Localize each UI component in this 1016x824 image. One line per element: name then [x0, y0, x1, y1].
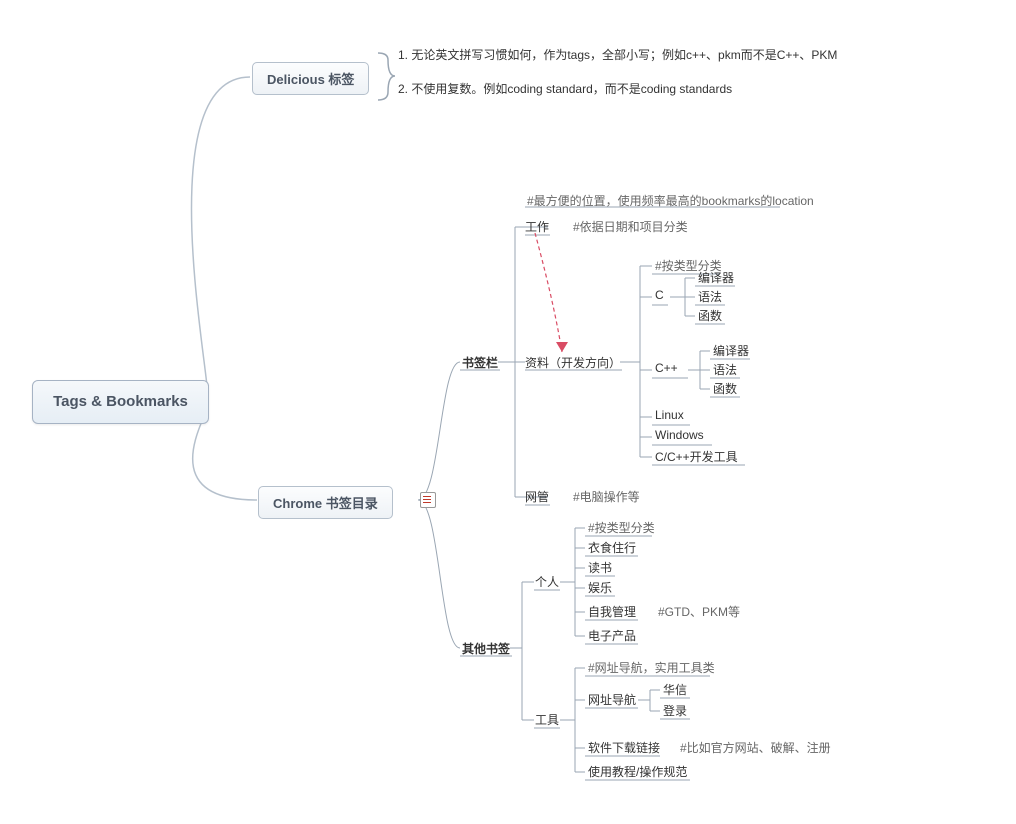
note-download: #比如官方网站、破解、注册	[680, 739, 831, 756]
note-selfmgmt: #GTD、PKM等	[658, 603, 740, 620]
node-c[interactable]: C	[655, 288, 664, 302]
node-tools[interactable]: 工具	[535, 711, 559, 728]
node-entertain[interactable]: 娱乐	[588, 579, 612, 596]
node-linux[interactable]: Linux	[655, 408, 684, 422]
node-personal[interactable]: 个人	[535, 573, 559, 590]
node-c-grammar[interactable]: 语法	[698, 288, 722, 305]
node-nav[interactable]: 网址导航	[588, 691, 636, 708]
branch-chrome[interactable]: Chrome 书签目录	[258, 486, 393, 519]
node-c-compiler[interactable]: 编译器	[698, 269, 734, 286]
node-netadmin[interactable]: 网管	[525, 488, 549, 505]
node-electronics[interactable]: 电子产品	[588, 627, 636, 644]
root-node[interactable]: Tags & Bookmarks	[32, 380, 209, 424]
node-c-func[interactable]: 函数	[698, 307, 722, 324]
node-windows[interactable]: Windows	[655, 428, 704, 442]
note-personal-bytype: #按类型分类	[588, 519, 655, 536]
node-life[interactable]: 衣食住行	[588, 539, 636, 556]
node-cpp-func[interactable]: 函数	[713, 380, 737, 397]
node-resources[interactable]: 资料（开发方向）	[525, 354, 621, 371]
node-huaxin[interactable]: 华信	[663, 681, 687, 698]
node-download[interactable]: 软件下载链接	[588, 739, 660, 756]
note-icon[interactable]	[420, 492, 436, 508]
node-cpp[interactable]: C++	[655, 361, 678, 375]
node-devtools[interactable]: C/C++开发工具	[655, 448, 738, 465]
delicious-rule1: 1. 无论英文拼写习惯如何，作为tags，全部小写；例如c++、pkm而不是C+…	[398, 46, 837, 63]
node-login[interactable]: 登录	[663, 702, 687, 719]
node-cpp-grammar[interactable]: 语法	[713, 361, 737, 378]
node-other[interactable]: 其他书签	[462, 640, 510, 657]
node-tutorial[interactable]: 使用教程/操作规范	[588, 763, 687, 780]
node-work[interactable]: 工作	[525, 218, 549, 235]
node-selfmgmt[interactable]: 自我管理	[588, 603, 636, 620]
note-work: #依据日期和项目分类	[573, 218, 688, 235]
note-netadmin: #电脑操作等	[573, 488, 640, 505]
node-bookmark-bar[interactable]: 书签栏	[462, 354, 498, 371]
node-cpp-compiler[interactable]: 编译器	[713, 342, 749, 359]
branch-delicious[interactable]: Delicious 标签	[252, 62, 369, 95]
note-top: #最方便的位置，使用频率最高的bookmarks的location	[527, 192, 814, 209]
note-tools: #网址导航，实用工具类	[588, 659, 715, 676]
node-reading[interactable]: 读书	[588, 559, 612, 576]
delicious-rule2: 2. 不使用复数。例如coding standard，而不是coding sta…	[398, 80, 732, 97]
